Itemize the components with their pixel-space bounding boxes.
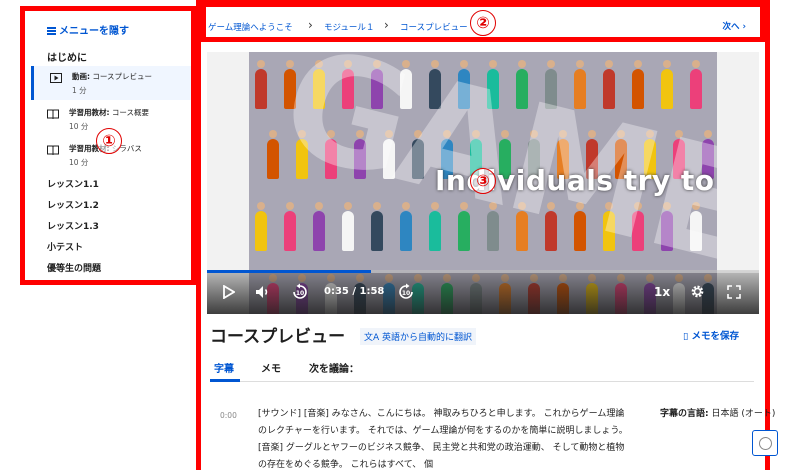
note-icon: ▯ [683, 331, 689, 342]
crowd-person-head [257, 60, 265, 68]
crowd-person-head [257, 202, 265, 210]
crowd-person-body [371, 211, 383, 251]
crowd-person-body [255, 211, 267, 251]
tab-notes[interactable]: メモ [261, 360, 281, 375]
crowd-person-head [315, 202, 323, 210]
transcript-text: [サウンド] [音楽] みなさん、こんにちは。 神取みちひろと申します。 これか… [258, 409, 628, 470]
sidebar-lesson-1-1[interactable]: レッスン1.1 [47, 177, 99, 190]
volume-icon[interactable] [255, 285, 271, 299]
next-button[interactable]: 次へ › [723, 20, 747, 32]
fullscreen-icon[interactable] [727, 285, 741, 299]
crowd-person-head [605, 60, 613, 68]
crowd-person-head [576, 60, 584, 68]
help-icon [759, 437, 772, 450]
breadcrumb-module-1[interactable]: モジュール１ [324, 21, 374, 33]
svg-text:10: 10 [402, 290, 410, 297]
breadcrumb-welcome[interactable]: ゲーム理論へようこそ [208, 21, 293, 33]
playback-speed-button[interactable]: 1x [654, 285, 670, 299]
crowd-person-head [286, 202, 294, 210]
sidebar-quiz[interactable]: 小テスト [47, 240, 83, 253]
hamburger-icon [47, 26, 56, 37]
video-time: 0:35 / 1:58 [324, 286, 385, 297]
crowd-person-head [663, 60, 671, 68]
sidebar-honors[interactable]: 優等生の問題 [47, 261, 101, 274]
gear-icon[interactable] [690, 284, 705, 299]
active-tab-indicator [210, 379, 240, 382]
sidebar-lesson-1-3[interactable]: レッスン1.3 [47, 219, 99, 232]
breadcrumb-course-preview[interactable]: コースプレビュー [400, 21, 468, 33]
rewind-10-icon[interactable]: 10 [291, 283, 309, 301]
crowd-person-body [255, 69, 267, 109]
svg-text:10: 10 [296, 290, 304, 297]
transcript-timestamp[interactable]: 0:00 [220, 411, 237, 420]
annotation-callout-3: ③ [470, 168, 496, 194]
crowd-person-body [690, 69, 702, 109]
crowd-person-body [284, 211, 296, 251]
crowd-person-body [313, 211, 325, 251]
auto-translate-badge[interactable]: 文A 英語から自動的に翻訳 [360, 328, 477, 345]
sidebar-lesson-1-2[interactable]: レッスン1.2 [47, 198, 99, 211]
chevron-right-icon: › [384, 18, 389, 32]
help-button[interactable] [752, 430, 778, 456]
section-heading: はじめに [47, 53, 87, 64]
video-controls: 10 0:35 / 1:58 10 1x [207, 270, 759, 314]
crowd-person-head [692, 60, 700, 68]
crowd-person-body [342, 211, 354, 251]
book-icon [47, 145, 59, 155]
translate-icon: 文A [364, 333, 380, 343]
chevron-right-icon: › [308, 18, 313, 32]
subtitle-language[interactable]: 字幕の言語: 日本語 (オート) [660, 406, 775, 419]
video-progress-fill [207, 270, 371, 273]
book-icon [47, 109, 59, 119]
chevron-right-icon: › [742, 22, 746, 32]
annotation-callout-1: ① [96, 128, 122, 154]
save-note-button[interactable]: ▯ メモを保存 [683, 328, 739, 342]
tab-discuss[interactable]: 次を議論： [309, 360, 359, 375]
hide-menu-button[interactable]: メニューを隠す [47, 22, 129, 37]
crowd-person-head [286, 60, 294, 68]
crowd-person-head [634, 60, 642, 68]
crowd-person-head [547, 60, 555, 68]
page-title: コースプレビュー [210, 327, 346, 347]
play-icon[interactable] [223, 285, 235, 299]
crowd-person-head [269, 130, 277, 138]
forward-10-icon[interactable]: 10 [397, 283, 415, 301]
annotation-callout-2: ② [470, 10, 496, 36]
video-icon [50, 73, 62, 83]
tab-transcript[interactable]: 字幕 [214, 360, 234, 375]
video-progress-bar[interactable] [207, 270, 759, 273]
sidebar-item-course-preview[interactable]: 動画: コースプレビュー 1 分 [31, 66, 191, 100]
content-tabs: 字幕 メモ 次を議論： [210, 352, 754, 382]
